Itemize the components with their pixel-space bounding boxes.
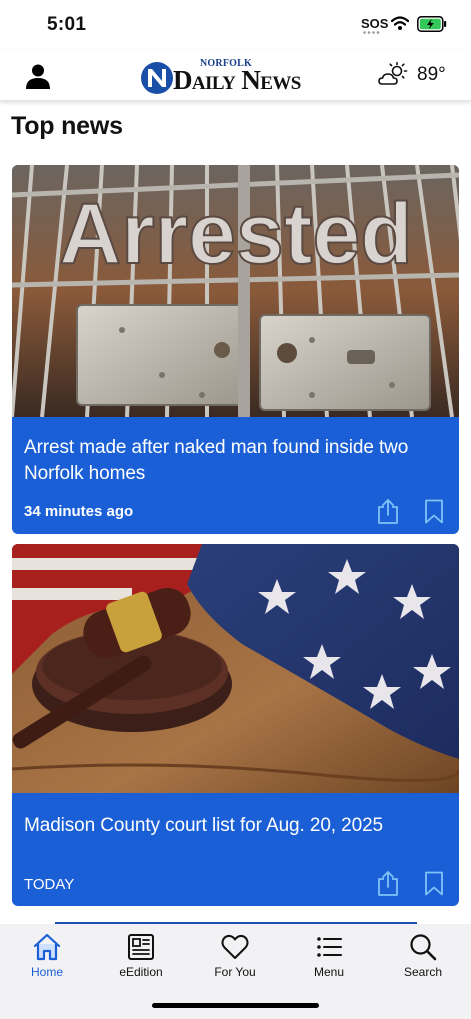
app-header: NORFOLK Daily News 89° xyxy=(0,50,471,101)
article-card[interactable]: Arrested Arrest made after naked man fou… xyxy=(12,165,459,534)
heart-icon xyxy=(221,934,249,959)
profile-icon[interactable] xyxy=(24,62,52,90)
article-headline[interactable]: Arrest made after naked man found inside… xyxy=(24,435,447,487)
status-time: 5:01 xyxy=(47,14,87,35)
logo-n-icon xyxy=(141,62,173,94)
nav-home[interactable]: Home xyxy=(0,924,94,984)
section-title: Top news xyxy=(11,112,123,140)
wifi-icon xyxy=(391,16,409,30)
sos-indicator: SOS xyxy=(361,16,389,31)
nav-for-you[interactable]: For You xyxy=(188,924,282,984)
article-headline[interactable]: Madison County court list for Aug. 20, 2… xyxy=(24,813,447,839)
search-icon xyxy=(410,934,437,961)
article-card-body: Madison County court list for Aug. 20, 2… xyxy=(12,793,459,906)
nav-label: For You xyxy=(214,965,256,979)
article-card-body: Arrest made after naked man found inside… xyxy=(12,417,459,534)
nav-search[interactable]: Search xyxy=(376,924,470,984)
article-image-gavel-flag[interactable] xyxy=(12,544,459,793)
nav-eedition[interactable]: eEdition xyxy=(94,924,188,984)
nav-label: Home xyxy=(30,965,63,979)
article-time: TODAY xyxy=(24,876,75,893)
bookmark-icon[interactable] xyxy=(424,499,444,524)
share-icon[interactable] xyxy=(376,498,400,524)
nav-menu[interactable]: Menu xyxy=(282,924,376,984)
nav-label: Search xyxy=(403,965,443,979)
nav-label: Menu xyxy=(313,965,345,979)
temperature: 89° xyxy=(417,64,446,85)
battery-charging-icon xyxy=(417,16,447,32)
logo-daily-news: Daily News xyxy=(173,65,301,95)
article-image-jail-cell[interactable]: Arrested xyxy=(12,165,459,417)
article-card[interactable]: Madison County court list for Aug. 20, 2… xyxy=(12,544,459,906)
article-image-text: Arrested xyxy=(59,186,413,282)
list-icon xyxy=(317,937,342,957)
home-icon xyxy=(33,933,61,961)
signal-dots-icon xyxy=(363,31,380,34)
newspaper-logo[interactable]: NORFOLK Daily News xyxy=(140,56,335,96)
article-time: 34 minutes ago xyxy=(24,503,134,520)
share-icon[interactable] xyxy=(376,870,400,896)
partly-sunny-icon xyxy=(378,62,408,85)
status-bar: 5:01 SOS xyxy=(0,0,471,50)
nav-label: eEdition xyxy=(119,965,163,979)
home-indicator[interactable] xyxy=(152,1003,319,1008)
newspaper-icon xyxy=(128,934,154,960)
weather-widget[interactable]: 89° xyxy=(378,62,458,90)
bookmark-icon[interactable] xyxy=(424,871,444,896)
